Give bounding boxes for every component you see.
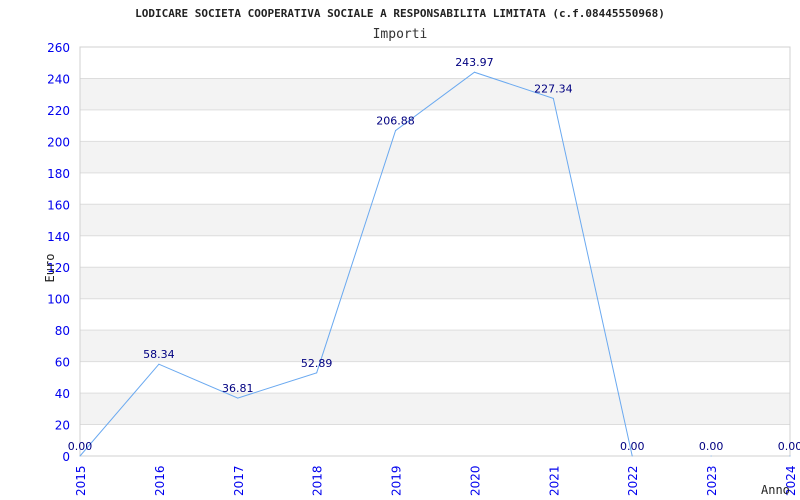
data-label: 227.34	[534, 82, 573, 95]
y-tick-label: 220	[47, 104, 70, 118]
y-tick-label: 20	[55, 419, 70, 433]
x-tick-label: 2022	[626, 465, 640, 496]
chart-title: LODICARE SOCIETA COOPERATIVA SOCIALE A R…	[135, 7, 665, 20]
y-tick-label: 60	[55, 356, 70, 370]
data-point	[316, 372, 318, 374]
x-tick-label: 2021	[547, 465, 561, 496]
x-tick-label: 2018	[311, 465, 325, 496]
data-point	[631, 455, 633, 457]
y-tick-label: 100	[47, 293, 70, 307]
data-point	[395, 130, 397, 132]
grid-band	[80, 141, 790, 173]
y-tick-label: 200	[47, 135, 70, 149]
x-tick-label: 2023	[705, 465, 719, 496]
chart: LODICARE SOCIETA COOPERATIVA SOCIALE A R…	[0, 0, 800, 500]
x-axis-label: Anno	[761, 483, 790, 497]
x-tick-label: 2017	[232, 465, 246, 496]
grid-band	[80, 78, 790, 110]
data-label: 0.00	[620, 440, 645, 453]
chart-subtitle: Importi	[373, 27, 428, 42]
line-chart: LODICARE SOCIETA COOPERATIVA SOCIALE A R…	[43, 7, 800, 497]
data-point	[789, 455, 791, 457]
data-point	[473, 71, 475, 73]
data-label: 58.34	[143, 348, 175, 361]
grid-band	[80, 330, 790, 362]
data-point	[710, 455, 712, 457]
data-point	[237, 397, 239, 399]
grid-band	[80, 267, 790, 299]
grid-band	[80, 393, 790, 425]
data-point	[79, 455, 81, 457]
y-tick-label: 140	[47, 230, 70, 244]
y-tick-label: 160	[47, 198, 70, 212]
x-tick-label: 2015	[74, 465, 88, 496]
grid-band	[80, 204, 790, 236]
data-label: 52.89	[301, 357, 333, 370]
data-label: 36.81	[222, 382, 254, 395]
x-tick-label: 2016	[153, 465, 167, 496]
data-point	[158, 363, 160, 365]
x-tick-label: 2020	[468, 465, 482, 496]
data-label: 0.00	[699, 440, 724, 453]
y-tick-label: 240	[47, 72, 70, 86]
y-tick-label: 40	[55, 387, 70, 401]
data-label: 243.97	[455, 56, 494, 69]
data-point	[552, 97, 554, 99]
data-label: 0.00	[68, 440, 93, 453]
data-label: 0.00	[778, 440, 800, 453]
y-tick-label: 180	[47, 167, 70, 181]
y-axis-label: Euro	[43, 254, 57, 283]
y-tick-label: 80	[55, 324, 70, 338]
data-label: 206.88	[376, 115, 415, 128]
x-tick-label: 2019	[390, 465, 404, 496]
y-tick-label: 260	[47, 41, 70, 55]
